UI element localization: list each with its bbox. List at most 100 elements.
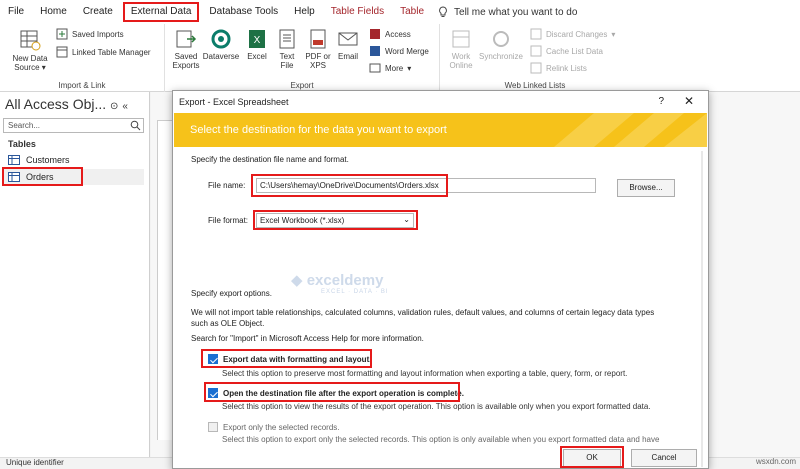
menu-bar: File Home Create External Data Database … [0,0,800,24]
word-merge-icon [370,46,380,56]
menu-table[interactable]: Table [392,0,432,24]
saved-exports-icon [176,30,197,48]
export-selected-label: Export only the selected records. [223,422,340,432]
dataverse-icon [211,29,231,49]
new-data-source-button[interactable]: New Data Source ▾ [8,28,52,72]
highlight-box [204,382,460,402]
synchronize-button[interactable]: Synchronize [478,28,524,61]
export-group-label: Export [290,81,314,90]
work-online-button[interactable]: Work Online [446,28,476,70]
web-linked-lists-group-label: Web Linked Lists [504,81,566,90]
import-link-group: New Data Source ▾ Saved Imports Linked T… [0,24,165,92]
word-merge-label: Word Merge [385,46,429,56]
dataverse-label: Dataverse [202,52,240,61]
help-note-text: Search for "Import" in Microsoft Access … [191,334,424,343]
excel-label: Excel [247,52,267,61]
watermark-logo: ◆ exceldemy [291,272,384,289]
menu-database-tools[interactable]: Database Tools [201,0,286,24]
text-file-label: Text File [279,52,295,70]
cache-list-data-button[interactable]: Cache List Data [530,45,603,57]
highlight-box [253,210,418,230]
highlight-box [560,446,624,468]
checkbox-unchecked[interactable] [208,422,218,432]
discard-changes-button[interactable]: Discard Changes ▾ [530,28,615,40]
specify-destination-text: Specify the destination file name and fo… [191,155,349,164]
site-label: wsxdn.com [755,457,796,466]
menu-external-data[interactable]: External Data [122,2,200,22]
menu-file[interactable]: File [0,0,32,24]
excel-export-button[interactable]: X Excel [243,28,271,61]
nav-dropdown-icon[interactable]: ⊙ [110,101,118,112]
saved-imports-button[interactable]: Saved Imports [56,28,124,40]
tell-me-search[interactable]: Tell me what you want to do [438,6,577,18]
email-icon [338,32,358,46]
nav-collapse-icon[interactable]: « [122,101,128,112]
browse-button[interactable]: Browse... [617,179,675,197]
menu-home[interactable]: Home [32,0,75,24]
specify-options-text: Specify export options. [191,289,272,298]
synchronize-label: Synchronize [478,52,524,61]
lightbulb-icon [439,6,447,17]
email-button[interactable]: Email [335,28,361,61]
work-online-icon [452,30,470,48]
pdf-xps-button[interactable]: PDF or XPS [303,28,333,70]
word-merge-button[interactable]: Word Merge [369,45,429,57]
synchronize-icon [493,31,509,47]
relink-lists-icon [530,62,542,74]
relink-lists-label: Relink Lists [546,63,587,73]
menu-table-fields[interactable]: Table Fields [323,0,392,24]
discard-changes-icon [530,28,542,40]
highlight-box [251,174,448,197]
nav-search-input[interactable]: Search... [3,118,144,133]
banner-text: Select the destination for the data you … [190,124,447,136]
menu-create[interactable]: Create [75,0,121,24]
nav-section-tables[interactable]: Tables [8,139,36,149]
highlight-box [2,167,83,186]
access-label: Access [385,29,411,39]
more-export-button[interactable]: More ▾ [369,62,411,74]
access-icon [370,29,380,39]
nav-search-placeholder: Search... [8,121,41,130]
export-selected-desc: Select this option to export only the se… [222,435,660,444]
export-formatting-desc: Select this option to preserve most form… [222,369,628,378]
saved-exports-button[interactable]: Saved Exports [171,28,201,70]
export-dialog: Export - Excel Spreadsheet ? ✕ Select th… [172,90,709,469]
saved-exports-label: Saved Exports [172,52,200,70]
linked-table-manager-label: Linked Table Manager [72,47,151,57]
discard-changes-label: Discard Changes [546,29,608,39]
file-name-label: File name: [208,181,246,190]
nav-title-text: All Access Obj... [5,96,107,112]
dataverse-button[interactable]: Dataverse [201,28,241,61]
close-icon[interactable]: ✕ [684,94,694,108]
status-text: Unique identifier [6,458,64,467]
new-data-source-label: New Data Source [12,54,48,72]
cancel-button[interactable]: Cancel [631,449,697,467]
file-format-label: File format: [208,216,249,225]
pdf-xps-label: PDF or XPS [305,52,331,70]
nav-item-customers[interactable]: Customers [4,152,144,168]
tell-me-text: Tell me what you want to do [454,6,578,18]
export-selected-checkbox[interactable]: Export only the selected records. [208,422,340,432]
dialog-scrollbar[interactable] [698,151,706,467]
saved-imports-icon [56,28,68,40]
email-label: Email [337,52,358,61]
relink-lists-button[interactable]: Relink Lists [530,62,587,74]
pdf-icon [310,29,326,49]
more-icon [369,63,381,73]
access-export-button[interactable]: Access [369,28,411,40]
linked-table-manager-button[interactable]: Linked Table Manager [56,46,151,58]
help-button[interactable]: ? [658,96,664,107]
text-file-icon [279,29,295,49]
dialog-title: Export - Excel Spreadsheet [179,97,289,107]
highlight-box [201,349,372,368]
menu-help[interactable]: Help [286,0,323,24]
linked-table-manager-icon [56,46,68,58]
export-group: Saved Exports Dataverse X Excel Text Fil… [165,24,440,92]
svg-text:X: X [254,35,261,46]
excel-icon: X [249,30,265,48]
text-file-button[interactable]: Text File [275,28,299,70]
watermark-name: exceldemy [306,272,384,289]
open-destination-desc: Select this option to view the results o… [222,402,651,411]
new-data-source-icon [20,30,41,51]
nav-title[interactable]: All Access Obj... ⊙ « [5,96,128,112]
